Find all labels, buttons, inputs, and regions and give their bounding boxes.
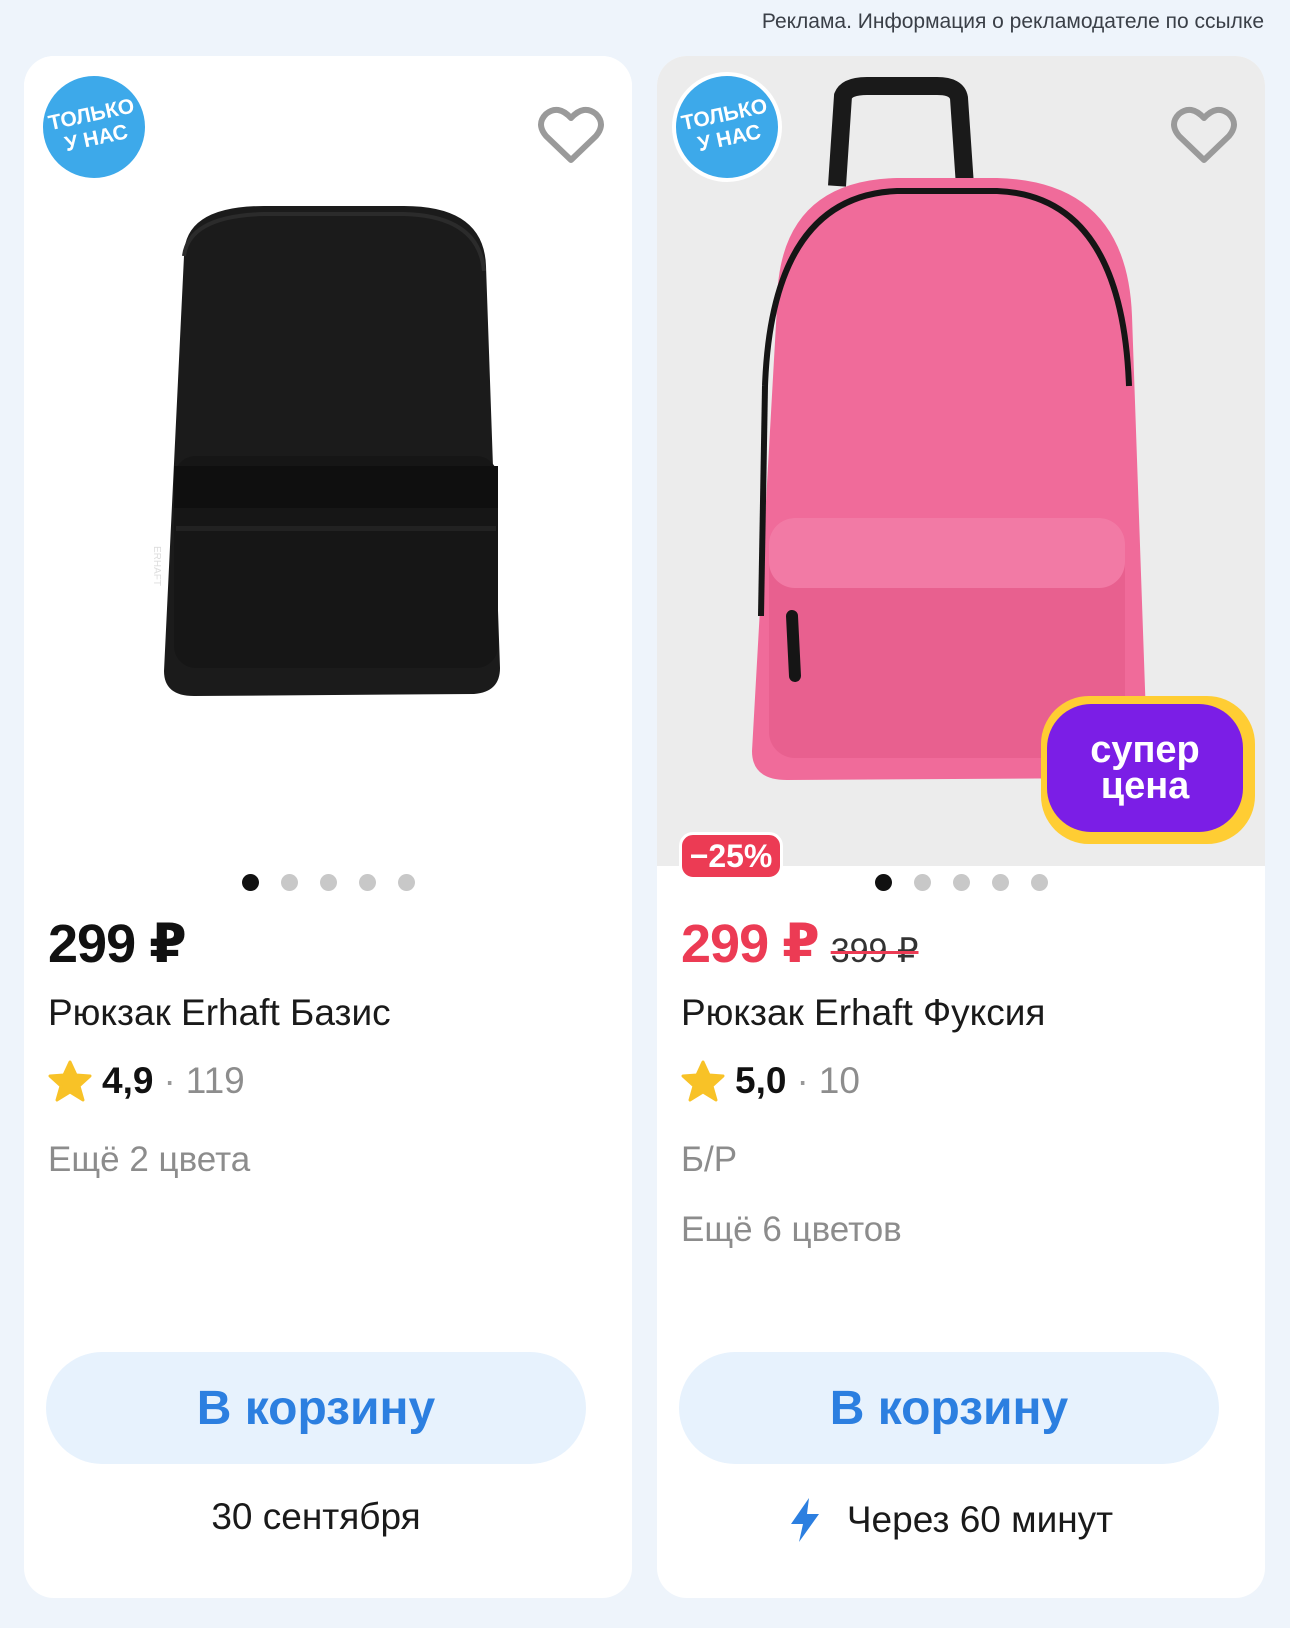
price-row: 299 ₽ 399 ₽ <box>681 912 919 975</box>
pagination-dot[interactable] <box>280 874 298 891</box>
star-icon <box>48 1060 92 1102</box>
delivery-time: Через 60 минут <box>846 1499 1114 1540</box>
ad-notice[interactable]: Реклама. Информация о рекламодателе по с… <box>762 10 1264 34</box>
sale-price: 299 ₽ <box>681 914 820 974</box>
more-colors[interactable]: Ещё 6 цветов <box>681 1210 902 1250</box>
reviews-count: 119 <box>185 1060 245 1101</box>
reviews-count: 10 <box>818 1060 860 1101</box>
pagination-dot[interactable] <box>1030 874 1048 891</box>
product-image[interactable]: ERHAFT ТОЛЬКО У НАС <box>24 56 632 866</box>
add-to-cart-button[interactable]: В корзину <box>679 1352 1219 1464</box>
image-pagination <box>657 874 1265 891</box>
pagination-dot[interactable] <box>358 874 376 891</box>
add-to-cart-button[interactable]: В корзину <box>46 1352 586 1464</box>
star-icon <box>681 1060 725 1102</box>
super-price-line1: супер <box>1090 729 1200 771</box>
pagination-dot[interactable] <box>952 874 970 891</box>
rating-value: 5,0 <box>735 1060 787 1101</box>
price: 299 ₽ <box>48 914 187 974</box>
favorite-heart-icon[interactable] <box>538 106 604 166</box>
pagination-dot[interactable] <box>991 874 1009 891</box>
super-price-badge: супер цена <box>1041 696 1255 844</box>
more-colors[interactable]: Ещё 2 цвета <box>48 1140 250 1180</box>
svg-text:ERHAFT: ERHAFT <box>151 546 162 586</box>
product-card-fuchsia[interactable]: ТОЛЬКО У НАС супер цена −25% 299 ₽ 399 ₽… <box>657 56 1265 1598</box>
rating-separator: · <box>796 1060 809 1101</box>
rating-value: 4,9 <box>102 1060 154 1101</box>
rating-separator: · <box>163 1060 176 1101</box>
old-price: 399 ₽ <box>830 932 919 970</box>
rating-row[interactable]: 5,0 · 10 <box>681 1060 860 1102</box>
product-title[interactable]: Рюкзак Erhaft Базис <box>48 992 391 1034</box>
pagination-dot[interactable] <box>913 874 931 891</box>
discount-badge: −25% <box>679 832 783 880</box>
price-row: 299 ₽ <box>48 912 187 975</box>
delivery-date: 30 сентября <box>211 1496 421 1537</box>
product-card-basis[interactable]: ERHAFT ТОЛЬКО У НАС 299 ₽ Рюкзак Erhaft … <box>24 56 632 1598</box>
pagination-dot[interactable] <box>241 874 259 891</box>
rating-row[interactable]: 4,9 · 119 <box>48 1060 245 1102</box>
product-image[interactable]: ТОЛЬКО У НАС супер цена <box>657 56 1265 866</box>
super-price-line2: цена <box>1100 765 1190 807</box>
delivery-info: Через 60 минут <box>657 1496 1241 1544</box>
product-title[interactable]: Рюкзак Erhaft Фуксия <box>681 992 1045 1034</box>
pagination-dot[interactable] <box>397 874 415 891</box>
image-pagination <box>24 874 632 891</box>
condition-label: Б/Р <box>681 1140 738 1179</box>
pagination-dot[interactable] <box>319 874 337 891</box>
delivery-info: 30 сентября <box>24 1496 608 1538</box>
favorite-heart-icon[interactable] <box>1171 106 1237 166</box>
pagination-dot[interactable] <box>874 874 892 891</box>
lightning-icon <box>790 1498 819 1542</box>
